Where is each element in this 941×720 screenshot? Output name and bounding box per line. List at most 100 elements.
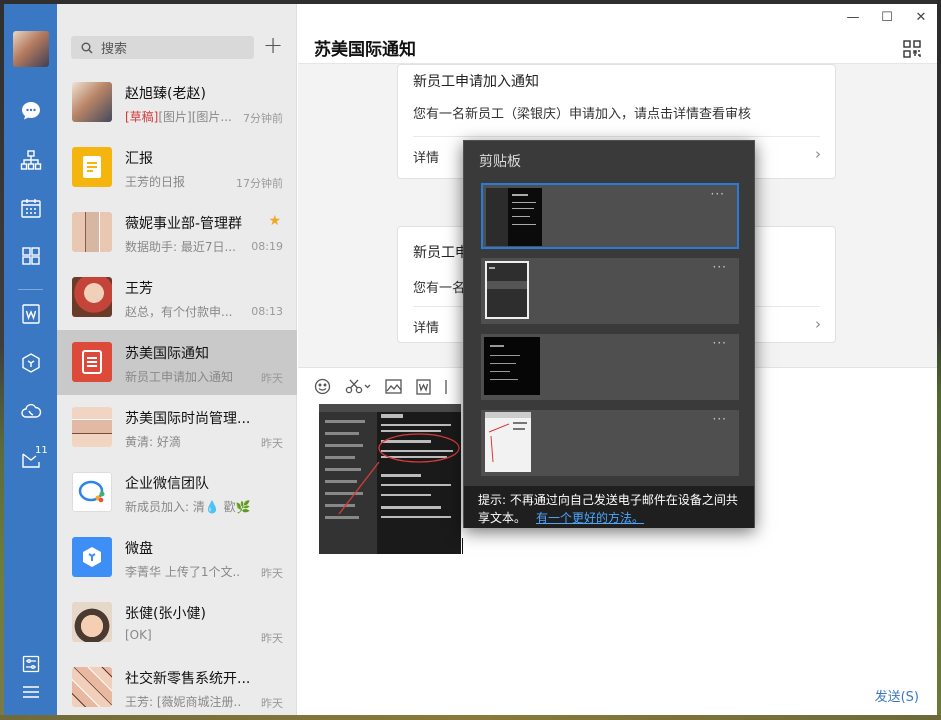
clipboard-thumbnail bbox=[484, 337, 540, 395]
chat-item-zhaoxuzhen[interactable]: 赵旭臻(老赵) [草稿][图片][图片... 7分钟前 bbox=[57, 70, 297, 135]
chevron-right-icon: › bbox=[815, 145, 821, 163]
send-button[interactable]: 发送(S) bbox=[875, 686, 919, 705]
desktop-background-bottom bbox=[0, 715, 941, 720]
avatar bbox=[72, 277, 112, 317]
chat-item-zhangjian[interactable]: 张健(张小健) [OK] 昨天 bbox=[57, 590, 297, 655]
chat-preview-text: [图片][图片... bbox=[158, 110, 232, 124]
emoji-icon[interactable] bbox=[314, 378, 331, 395]
chat-list-panel: 搜索 + 赵旭臻(老赵) [草稿][图片][图片... 7分钟前 汇报 王芳的日… bbox=[57, 4, 297, 715]
card-body: 您有一名新员工（梁银庆）申请加入，请点击详情查看审核 bbox=[413, 107, 752, 122]
chat-preview: 新员工申请加入通知 bbox=[125, 370, 234, 384]
text-caret bbox=[462, 538, 463, 554]
clipboard-panel: 剪贴板 ··· ··· ··· ··· 提示: 不再通过向自己发送电子邮件在设备… bbox=[463, 140, 755, 528]
cloud-phone-icon[interactable] bbox=[4, 393, 57, 429]
org-chart-icon[interactable] bbox=[4, 142, 57, 178]
calendar-icon[interactable] bbox=[4, 190, 57, 226]
scissors-icon[interactable] bbox=[345, 378, 371, 395]
more-options-icon[interactable]: ··· bbox=[713, 412, 727, 426]
star-icon: ★ bbox=[268, 213, 281, 229]
pasted-image[interactable] bbox=[319, 404, 461, 554]
image-icon[interactable] bbox=[385, 379, 402, 394]
card-title: 新员工申 bbox=[413, 245, 469, 261]
chat-preview: 赵总，有个付款申... bbox=[125, 305, 233, 319]
chat-item-wecom-team[interactable]: 企业微信团队 新成员加入: 清💧 歡🌿 bbox=[57, 460, 297, 525]
close-button[interactable]: ✕ bbox=[913, 10, 929, 25]
clipboard-thumbnail bbox=[485, 261, 529, 319]
group-avatar bbox=[72, 667, 112, 707]
chat-name: 张健(张小健) bbox=[125, 606, 206, 622]
card-detail-link[interactable]: 详情 bbox=[413, 317, 439, 336]
chat-item-weini-group[interactable]: 薇妮事业部-管理群 ★ 数据助手: 最近7日... 08:19 bbox=[57, 200, 297, 265]
chat-name: 企业微信团队 bbox=[125, 476, 209, 492]
left-nav: 11 bbox=[4, 4, 57, 715]
user-avatar[interactable] bbox=[13, 31, 49, 67]
group-avatar bbox=[72, 212, 112, 252]
hint-link[interactable]: 有一个更好的方法。 bbox=[536, 511, 644, 525]
chat-time: 昨天 bbox=[261, 437, 283, 450]
maximize-button[interactable]: ☐ bbox=[879, 10, 895, 25]
folder-icon[interactable] bbox=[445, 379, 451, 395]
card-divider bbox=[413, 136, 820, 137]
chat-time: 昨天 bbox=[261, 632, 283, 645]
chat-item-social-retail[interactable]: 社交新零售系统开... 王芳: [薇妮商城注册... 昨天 bbox=[57, 655, 297, 715]
chat-bubble-icon[interactable] bbox=[4, 93, 57, 129]
chat-preview: [草稿][图片][图片... bbox=[125, 108, 240, 125]
cube-icon[interactable] bbox=[4, 345, 57, 381]
chevron-right-icon: › bbox=[815, 315, 821, 333]
chat-time: 08:13 bbox=[251, 305, 283, 318]
apps-grid-icon[interactable] bbox=[4, 238, 57, 274]
chat-item-sumei-notice[interactable]: 苏美国际通知 新员工申请加入通知 昨天 bbox=[57, 330, 297, 395]
clipboard-thumbnail bbox=[486, 188, 542, 246]
clipboard-entry[interactable]: ··· bbox=[481, 410, 739, 476]
clipboard-hint: 提示: 不再通过向自己发送电子邮件在设备之间共享文本。 有一个更好的方法。 bbox=[464, 486, 754, 528]
card-title: 新员工申请加入通知 bbox=[413, 74, 539, 90]
chat-time: 17分钟前 bbox=[236, 177, 283, 190]
chat-item-sumei-fashion[interactable]: 苏美国际时尚管理... 黄清: 好滴 昨天 bbox=[57, 395, 297, 460]
more-options-icon[interactable]: ··· bbox=[713, 336, 727, 350]
chat-name: 汇报 bbox=[125, 151, 153, 167]
chat-time: 7分钟前 bbox=[243, 112, 283, 125]
avatar bbox=[72, 602, 112, 642]
chat-item-wangfang[interactable]: 王芳 赵总，有个付款申... 08:13 bbox=[57, 265, 297, 330]
search-placeholder: 搜索 bbox=[101, 42, 128, 57]
document-w-icon[interactable] bbox=[416, 378, 431, 395]
report-app-icon bbox=[72, 147, 112, 187]
add-button[interactable]: + bbox=[261, 33, 285, 58]
avatar bbox=[72, 82, 112, 122]
chat-item-weipan[interactable]: 微盘 李菁华 上传了1个文... 昨天 bbox=[57, 525, 297, 590]
page-title: 苏美国际通知 bbox=[314, 40, 416, 60]
search-icon bbox=[81, 42, 93, 53]
search-input[interactable]: 搜索 bbox=[71, 36, 254, 59]
conversation-header: 苏美国际通知 — ☐ ✕ bbox=[298, 4, 937, 64]
chat-time: 昨天 bbox=[261, 567, 283, 580]
group-avatar bbox=[72, 407, 112, 447]
weipan-app-icon bbox=[72, 537, 112, 577]
chat-name: 薇妮事业部-管理群 bbox=[125, 216, 243, 232]
clipboard-entry[interactable]: ··· bbox=[481, 334, 739, 400]
chat-name: 王芳 bbox=[125, 281, 153, 297]
inbox-icon[interactable] bbox=[4, 441, 57, 477]
chat-preview: 新成员加入: 清💧 歡🌿 bbox=[125, 500, 251, 514]
nav-divider bbox=[18, 289, 43, 290]
chat-preview: [OK] bbox=[125, 628, 152, 642]
notice-app-icon bbox=[72, 342, 112, 382]
chat-preview: 黄清: 好滴 bbox=[125, 435, 181, 449]
minimize-button[interactable]: — bbox=[845, 10, 861, 25]
chat-preview: 王芳的日报 bbox=[125, 175, 186, 189]
clipboard-entry[interactable]: ··· bbox=[481, 183, 739, 249]
card-detail-link[interactable]: 详情 bbox=[413, 147, 439, 166]
more-options-icon[interactable]: ··· bbox=[711, 187, 725, 201]
menu-icon[interactable] bbox=[4, 674, 57, 710]
clipboard-thumbnail bbox=[485, 412, 531, 472]
chat-preview: 数据助手: 最近7日... bbox=[125, 240, 236, 254]
card-body: 您有一名 bbox=[413, 281, 466, 296]
draft-label: [草稿] bbox=[125, 110, 159, 124]
clipboard-entry[interactable]: ··· bbox=[481, 258, 739, 324]
chat-item-huibao[interactable]: 汇报 王芳的日报 17分钟前 bbox=[57, 135, 297, 200]
clipboard-title: 剪贴板 bbox=[479, 154, 521, 170]
chat-preview: 李菁华 上传了1个文... bbox=[125, 565, 240, 579]
wecom-logo bbox=[72, 472, 112, 512]
more-options-icon[interactable]: ··· bbox=[713, 260, 727, 274]
document-w-icon[interactable] bbox=[4, 296, 57, 332]
qr-code-icon[interactable] bbox=[903, 40, 921, 62]
